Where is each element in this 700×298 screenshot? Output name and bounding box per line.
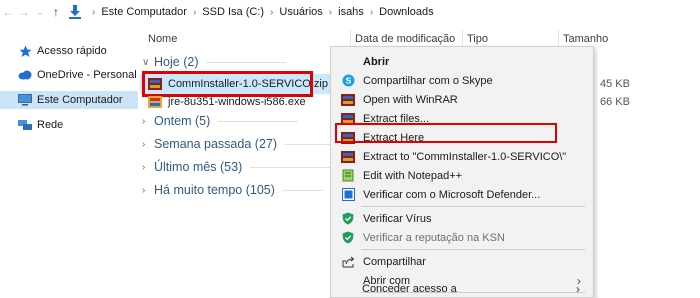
group-divider — [282, 189, 323, 191]
chevron-right-icon: › — [142, 161, 146, 173]
breadcrumb-item[interactable]: SSD Isa (C:) — [202, 6, 264, 18]
svg-text:S: S — [345, 76, 351, 86]
chevron-right-icon: › — [576, 281, 580, 296]
group-divider — [285, 143, 336, 145]
group-label: Hoje — [154, 55, 180, 69]
nav-item-label: OneDrive - Personal — [37, 69, 137, 81]
nav-item-this-pc[interactable]: Este Computador — [0, 91, 138, 109]
menu-item-defender[interactable]: Verificar com o Microsoft Defender... — [331, 185, 593, 204]
menu-item-label: Compartilhar — [363, 255, 426, 268]
context-menu: Abrir S Compartilhar com o Skype Open wi… — [330, 46, 594, 298]
group-count: (5) — [195, 114, 211, 128]
menu-item-share[interactable]: Compartilhar — [331, 252, 593, 271]
computer-icon — [18, 93, 32, 107]
menu-item-label: Verificar Vírus — [363, 212, 432, 225]
group-divider — [250, 166, 331, 168]
menu-item-extract-to[interactable]: Extract to "CommInstaller-1.0-SERVICO\" — [331, 147, 593, 166]
forward-arrow-icon[interactable]: → — [16, 5, 32, 19]
breadcrumb-item[interactable]: Este Computador — [101, 6, 187, 18]
group-divider — [218, 120, 299, 122]
breadcrumb-separator-icon: › — [328, 6, 333, 18]
menu-item-open-winrar[interactable]: Open with WinRAR — [331, 90, 593, 109]
menu-item-label: Verificar a reputação na KSN — [363, 231, 505, 244]
menu-item-edit-notepad[interactable]: Edit with Notepad++ — [331, 166, 593, 185]
column-header-size[interactable]: Tamanho — [563, 33, 608, 45]
breadcrumb-separator-icon: › — [369, 6, 374, 18]
kaspersky-shield-icon — [341, 212, 355, 226]
group-header-long-ago[interactable]: › Há muito tempo (105) — [142, 183, 323, 197]
group-count: (105) — [245, 183, 275, 197]
chevron-right-icon: › — [142, 138, 146, 150]
menu-item-label: Abrir — [363, 55, 390, 68]
menu-item-verify-virus[interactable]: Verificar Vírus — [331, 209, 593, 228]
group-divider — [206, 61, 287, 63]
chevron-right-icon: › — [142, 184, 146, 196]
highlight-box-extract-here — [335, 123, 557, 143]
breadcrumb: › Este Computador › SSD Isa (C:) › Usuár… — [86, 6, 434, 18]
file-size: 66 KB — [600, 96, 630, 108]
group-label: Último mês — [154, 160, 217, 174]
menu-item-label: Conceder acesso a — [362, 282, 457, 295]
group-header-yesterday[interactable]: › Ontem (5) — [142, 114, 299, 128]
menu-item-verify-ksn[interactable]: Verificar a reputação na KSN — [331, 228, 593, 247]
winrar-icon — [341, 150, 355, 164]
file-name: jre-8u351-windows-i586.exe — [168, 96, 306, 108]
nav-item-label: Acesso rápido — [37, 45, 107, 57]
winrar-icon — [341, 93, 355, 107]
breadcrumb-item[interactable]: Usuários — [279, 6, 322, 18]
defender-shield-icon — [341, 188, 355, 202]
breadcrumb-item[interactable]: Downloads — [379, 6, 433, 18]
file-size: 45 KB — [600, 78, 630, 90]
nav-item-quick-access[interactable]: Acesso rápido — [0, 42, 138, 60]
menu-item-grant-access[interactable]: Conceder acesso a › — [330, 279, 592, 298]
group-header-last-week[interactable]: › Semana passada (27) — [142, 137, 336, 151]
chevron-right-icon: › — [142, 115, 146, 127]
group-label: Há muito tempo — [154, 183, 243, 197]
star-icon — [18, 44, 32, 58]
notepad-plus-plus-icon — [341, 169, 355, 183]
navigation-pane: Acesso rápido OneDrive - Personal Este C… — [0, 24, 140, 298]
breadcrumb-separator-icon: › — [270, 6, 274, 18]
nav-item-network[interactable]: Rede — [0, 116, 138, 134]
back-arrow-icon[interactable]: ← — [0, 5, 16, 19]
chevron-down-icon: ∨ — [142, 56, 150, 68]
java-installer-icon — [148, 96, 162, 108]
column-header-name[interactable]: Nome — [148, 33, 177, 45]
menu-separator — [361, 249, 585, 250]
breadcrumb-item[interactable]: isahs — [338, 6, 364, 18]
nav-item-onedrive[interactable]: OneDrive - Personal — [0, 66, 138, 84]
kaspersky-shield-icon — [341, 231, 355, 245]
column-header-type[interactable]: Tipo — [467, 33, 488, 45]
recent-dropdown-icon[interactable]: ⌄ — [32, 7, 48, 18]
group-count: (53) — [220, 160, 243, 174]
nav-item-label: Este Computador — [37, 94, 123, 106]
menu-item-open[interactable]: Abrir — [331, 52, 593, 71]
group-count: (27) — [254, 137, 278, 151]
menu-item-label: Verificar com o Microsoft Defender... — [363, 188, 541, 201]
address-bar: ← → ⌄ ↑ › Este Computador › SSD Isa (C:)… — [0, 0, 700, 24]
group-label: Ontem — [154, 114, 192, 128]
group-label: Semana passada — [154, 137, 252, 151]
column-header-date[interactable]: Data de modificação — [355, 33, 455, 45]
menu-item-label: Extract to "CommInstaller-1.0-SERVICO\" — [363, 150, 567, 163]
menu-item-share-skype[interactable]: S Compartilhar com o Skype — [331, 71, 593, 90]
menu-separator — [361, 206, 585, 207]
network-icon — [18, 118, 32, 132]
skype-icon: S — [341, 74, 355, 88]
menu-item-label: Compartilhar com o Skype — [363, 74, 493, 87]
breadcrumb-separator-icon: › — [192, 6, 197, 18]
group-header-last-month[interactable]: › Último mês (53) — [142, 160, 331, 174]
group-count: (2) — [183, 55, 199, 69]
up-arrow-icon[interactable]: ↑ — [48, 5, 64, 19]
downloads-folder-icon — [69, 5, 81, 19]
menu-item-label: Edit with Notepad++ — [363, 169, 463, 182]
share-icon — [341, 255, 355, 269]
nav-item-label: Rede — [37, 119, 64, 131]
menu-item-label: Open with WinRAR — [363, 93, 458, 106]
group-header-today[interactable]: ∨ Hoje (2) — [142, 55, 287, 69]
table-row[interactable]: jre-8u351-windows-i586.exe — [140, 92, 330, 112]
breadcrumb-separator-icon: › — [92, 6, 96, 18]
cloud-icon — [18, 68, 32, 82]
